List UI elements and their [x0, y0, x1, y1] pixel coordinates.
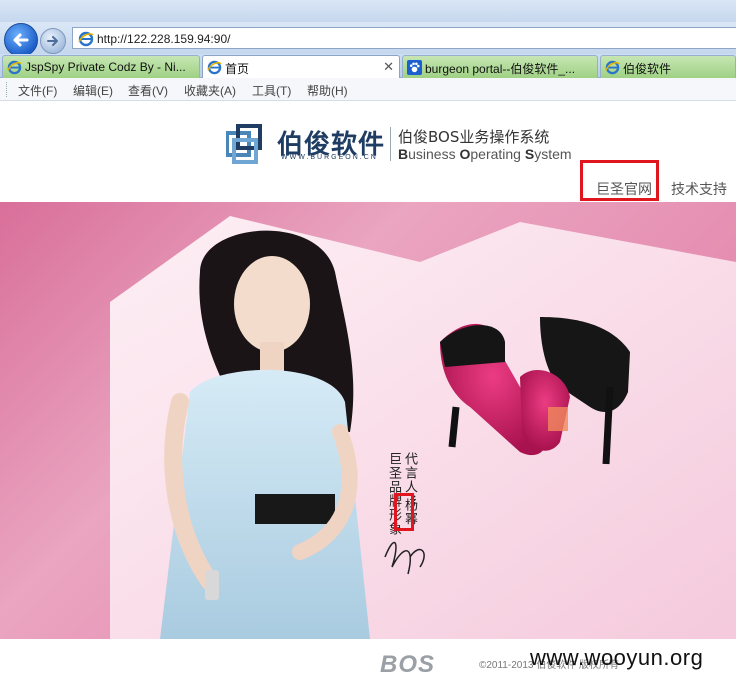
bos-logo: BOS: [380, 651, 436, 678]
name-highlight-box: [394, 493, 414, 531]
highlight-box: [580, 160, 659, 201]
arrow-left-icon: [13, 33, 29, 47]
system-title-en: Business Operating System: [398, 146, 572, 162]
menu-view[interactable]: 查看(V): [128, 82, 168, 99]
menu-favorites[interactable]: 收藏夹(A): [184, 82, 236, 99]
tab-home[interactable]: 首页 ✕: [202, 55, 400, 79]
menu-bar: 文件(F) 编辑(E) 查看(V) 收藏夹(A) 工具(T) 帮助(H): [0, 78, 736, 101]
menu-tools[interactable]: 工具(T): [252, 82, 291, 99]
back-button[interactable]: [4, 23, 38, 57]
ie-page-icon: [605, 60, 620, 75]
burgeon-logo-icon: [226, 124, 262, 164]
close-tab-icon[interactable]: ✕: [383, 59, 394, 75]
menu-help[interactable]: 帮助(H): [307, 82, 348, 99]
tab-strip: JspSpy Private Codz By - Ni... 首页 ✕ burg…: [0, 54, 736, 79]
address-url[interactable]: http://122.228.159.94:90/: [97, 32, 230, 46]
ie-page-icon: [7, 60, 22, 75]
watermark: www.wooyun.org: [530, 645, 704, 670]
toolbar-grip: [6, 82, 8, 97]
tab-jspspy[interactable]: JspSpy Private Codz By - Ni...: [2, 55, 200, 78]
hero-banner: 代言人： 巨圣品牌形象 杨幂: [0, 202, 736, 639]
tab-label: 伯俊软件: [623, 62, 672, 76]
system-title-cn: 伯俊BOS业务操作系统: [398, 128, 550, 146]
menu-file[interactable]: 文件(F): [18, 82, 57, 99]
navigation-bar: http://122.228.159.94:90/: [0, 22, 736, 57]
paw-icon: [407, 60, 422, 75]
address-bar[interactable]: http://122.228.159.94:90/: [72, 27, 736, 49]
arrow-right-icon: [47, 36, 58, 46]
menu-edit[interactable]: 编辑(E): [73, 82, 113, 99]
tab-label: 首页: [225, 62, 250, 76]
brand-url: WWW.BURGEON.CN: [281, 154, 378, 161]
tab-label: JspSpy Private Codz By - Ni...: [25, 60, 186, 74]
ie-page-icon: [207, 60, 222, 75]
ie-page-icon: [78, 31, 94, 47]
header-divider: [390, 127, 391, 161]
tab-burgeon-software[interactable]: 伯俊软件: [600, 55, 736, 78]
hero-illustration: [110, 216, 736, 639]
tab-label: burgeon portal--伯俊软件_...: [425, 62, 576, 76]
tab-burgeon-portal[interactable]: burgeon portal--伯俊软件_...: [402, 55, 598, 78]
forward-button[interactable]: [40, 28, 66, 54]
window-title-bar: [0, 0, 736, 22]
